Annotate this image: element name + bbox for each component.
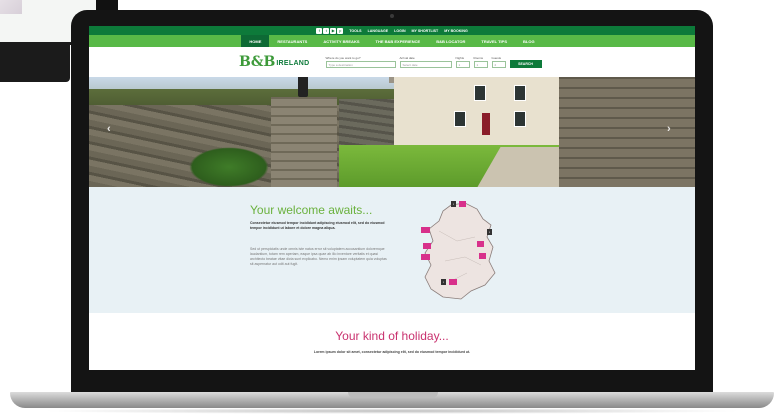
map-region-icon[interactable]: [479, 253, 487, 259]
social-icons: f t ▶ p: [316, 27, 344, 34]
hero-door: [482, 113, 490, 135]
welcome-section: Your welcome awaits... Consectetur eiusm…: [89, 187, 695, 313]
twitter-icon[interactable]: t: [323, 27, 330, 34]
hero-right-pillar: [559, 77, 695, 187]
map-region-icon[interactable]: [423, 243, 432, 249]
search-button[interactable]: SEARCH: [509, 60, 542, 68]
rooms-select[interactable]: 1: [473, 61, 488, 68]
map-marker-icon[interactable]: ▪: [487, 229, 493, 235]
laptop-shadow: [40, 408, 744, 414]
hero-window: [514, 111, 526, 127]
laptop-lid: f t ▶ p Tools Language Login My Shortlis…: [71, 10, 713, 396]
laptop-screen: f t ▶ p Tools Language Login My Shortlis…: [89, 26, 695, 370]
site-header: B&B IRELAND Where do you want to go? Typ…: [89, 47, 695, 77]
hero-window: [454, 111, 466, 127]
site-logo[interactable]: B&B IRELAND: [239, 54, 310, 70]
welcome-intro: Sed ut perspiciatis unde omnis iste natu…: [250, 247, 387, 266]
nights-select[interactable]: 1: [455, 61, 470, 68]
nav-bnb-locator[interactable]: B&B Locator: [428, 35, 473, 47]
nav-home[interactable]: Home: [241, 35, 270, 47]
ireland-outline: [424, 202, 496, 300]
nights-label: Nights: [455, 56, 465, 60]
destination-input[interactable]: Type a destination: [325, 61, 396, 68]
rooms-label: Rooms: [473, 56, 484, 60]
logo-mark: B&B: [239, 54, 276, 70]
map-region-icon[interactable]: [459, 201, 467, 207]
utility-link-shortlist[interactable]: My Shortlist: [412, 29, 439, 33]
main-nav: Home Restaurants Activity Breaks The B&B…: [89, 35, 695, 47]
nav-blog[interactable]: Blog: [515, 35, 543, 47]
utility-bar: f t ▶ p Tools Language Login My Shortlis…: [89, 26, 695, 35]
laptop-base: [10, 392, 774, 408]
lamp-icon: [298, 77, 308, 97]
map-region-icon[interactable]: [477, 241, 485, 247]
ireland-map-shape: [424, 202, 496, 300]
utility-link-language[interactable]: Language: [368, 29, 389, 33]
map-marker-icon[interactable]: ▪: [441, 279, 447, 285]
guests-field: Guests 2: [491, 56, 506, 68]
arrival-input[interactable]: Select date: [399, 61, 452, 68]
hero-window: [514, 85, 526, 101]
guests-label: Guests: [491, 56, 502, 60]
rooms-field: Rooms 1: [473, 56, 488, 68]
search-form: Where do you want to go? Type a destinat…: [325, 56, 542, 68]
arrival-placeholder: Select date: [402, 62, 418, 67]
pinterest-icon[interactable]: p: [337, 27, 344, 34]
welcome-heading: Your welcome awaits...: [250, 203, 373, 217]
destination-label: Where do you want to go?: [325, 56, 361, 60]
arrival-label: Arrival date: [399, 56, 415, 60]
nights-value: 1: [458, 62, 461, 67]
nav-bnb-experience[interactable]: The B&B Experience: [368, 35, 429, 47]
utility-links: Tools Language Login My Shortlist My Boo…: [349, 29, 468, 33]
ireland-map[interactable]: ▪ ▪ ▪: [421, 201, 501, 301]
logo-text: IRELAND: [276, 60, 310, 67]
facebook-icon[interactable]: f: [316, 27, 323, 34]
laptop-notch: [348, 392, 438, 398]
secondary-device-bezel: [0, 42, 70, 82]
nav-restaurants[interactable]: Restaurants: [269, 35, 315, 47]
camera-icon: [390, 14, 394, 18]
youtube-icon[interactable]: ▶: [330, 27, 337, 34]
guests-select[interactable]: 2: [491, 61, 506, 68]
hero-banner: ‹ ›: [89, 77, 695, 187]
map-region-icon[interactable]: [421, 227, 431, 233]
hero-window: [474, 85, 486, 101]
holiday-text: Lorem ipsum dolor sit amet, consectetur …: [313, 350, 471, 354]
secondary-map-thumbnail: [0, 0, 22, 14]
utility-link-tools[interactable]: Tools: [349, 29, 361, 33]
guests-value: 2: [494, 62, 497, 67]
utility-link-booking[interactable]: My Booking: [444, 29, 468, 33]
map-region-icon[interactable]: [421, 254, 431, 260]
slider-prev-icon[interactable]: ‹: [107, 123, 111, 135]
nav-activity-breaks[interactable]: Activity Breaks: [315, 35, 367, 47]
holiday-section: Your kind of holiday... Lorem ipsum dolo…: [89, 313, 695, 370]
slider-next-icon[interactable]: ›: [667, 123, 671, 135]
map-marker-icon[interactable]: ▪: [451, 201, 457, 207]
rooms-value: 1: [476, 62, 479, 67]
welcome-intro-bold: Consectetur eiusmod tempor incididunt ad…: [250, 221, 385, 230]
utility-link-login[interactable]: Login: [394, 29, 405, 33]
hero-shrub: [189, 147, 269, 187]
holiday-heading: Your kind of holiday...: [335, 329, 449, 343]
nav-travel-tips[interactable]: Travel Tips: [473, 35, 515, 47]
nights-field: Nights 1: [455, 56, 470, 68]
hero-pillar: [271, 97, 337, 187]
arrival-field: Arrival date Select date: [399, 56, 452, 68]
secondary-device-edge: [96, 0, 118, 10]
destination-placeholder: Type a destination: [328, 62, 353, 67]
destination-field: Where do you want to go? Type a destinat…: [325, 56, 396, 68]
map-region-icon[interactable]: [449, 279, 458, 285]
